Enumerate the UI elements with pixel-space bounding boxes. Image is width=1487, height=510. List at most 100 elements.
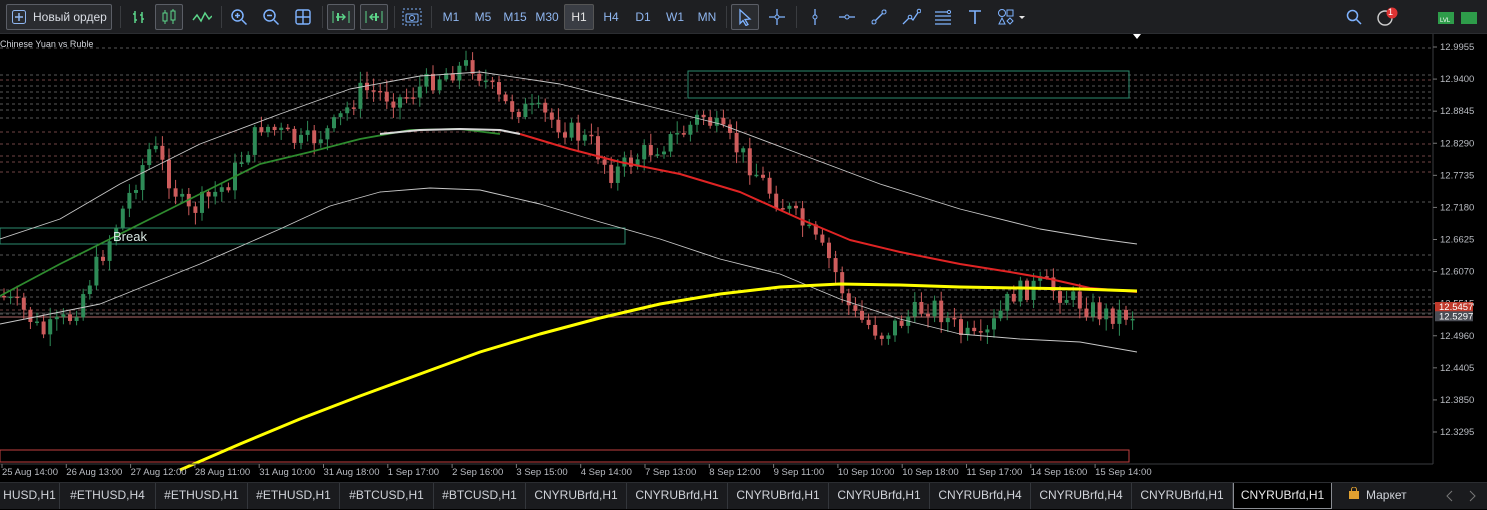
chart-tab[interactable]: CNYRUBrfd,H1 xyxy=(1132,483,1233,509)
battery-level-icon xyxy=(1458,4,1480,30)
horizontal-line-icon[interactable] xyxy=(834,4,860,30)
timeframe-w1[interactable]: W1 xyxy=(660,4,690,30)
candle-body xyxy=(523,103,528,118)
chart-tab[interactable]: #BTCUSD,H1 xyxy=(434,483,526,509)
timeframe-m15[interactable]: M15 xyxy=(500,4,530,30)
time-axis-label: 2 Sep 16:00 xyxy=(452,467,503,478)
chart-tab[interactable]: #BTCUSD,H1 xyxy=(340,483,434,509)
candle-body xyxy=(1018,280,1023,302)
candle-body xyxy=(206,191,211,197)
timeframe-m1[interactable]: M1 xyxy=(436,4,466,30)
notifications-icon[interactable]: 1 xyxy=(1374,4,1400,30)
market-tab[interactable]: Маркет xyxy=(1340,483,1430,509)
bar-chart-icon[interactable] xyxy=(126,4,152,30)
candle-body xyxy=(569,122,574,138)
price-axis-label: 12.3295 xyxy=(1440,427,1474,438)
channels-icon[interactable] xyxy=(930,4,956,30)
candle-body xyxy=(160,145,165,160)
timeframe-m5[interactable]: M5 xyxy=(468,4,498,30)
candle-body xyxy=(655,154,660,156)
trendline-icon[interactable] xyxy=(866,4,892,30)
candle-body xyxy=(668,134,673,152)
chart-tab[interactable]: HUSD,H1 xyxy=(0,483,60,509)
candle-body xyxy=(754,174,759,177)
candle-body xyxy=(1124,309,1128,320)
line-chart-icon[interactable] xyxy=(188,4,216,30)
candle-body xyxy=(305,130,310,135)
candle-body xyxy=(312,130,317,144)
chart-symbol-title: Chinese Yuan vs Ruble xyxy=(0,39,93,49)
candle-body xyxy=(1005,293,1010,311)
chart-tab[interactable]: CNYRUBrfd,H1 xyxy=(526,483,627,509)
candle-body xyxy=(1117,309,1122,324)
chart-tab-active[interactable]: CNYRUBrfd,H1 xyxy=(1233,483,1332,509)
time-axis-label: 28 Aug 11:00 xyxy=(195,467,250,478)
candle-body xyxy=(893,320,897,336)
candle-body xyxy=(827,242,831,259)
candle-body xyxy=(147,149,152,166)
candle-body xyxy=(35,321,39,324)
timeframe-mn[interactable]: MN xyxy=(692,4,722,30)
chart-tab[interactable]: CNYRUBrfd,H4 xyxy=(1031,483,1132,509)
price-chart[interactable]: 12.9955 12.9400 12.8845 12.8290 12.7735 12.71… xyxy=(0,34,1487,482)
candle-body xyxy=(497,82,501,95)
cursor-icon[interactable] xyxy=(731,4,759,30)
grid-icon[interactable] xyxy=(290,4,316,30)
timeframe-h1[interactable]: H1 xyxy=(564,4,594,30)
tabs-scroll-left-icon[interactable] xyxy=(1440,483,1460,509)
candle-body xyxy=(213,191,218,197)
timeframe-m30[interactable]: M30 xyxy=(532,4,562,30)
text-tool-icon[interactable] xyxy=(962,4,988,30)
chart-tabs-bar: HUSD,H1 #ETHUSD,H4 #ETHUSD,H1 #ETHUSD,H1… xyxy=(0,482,1487,509)
notification-badge: 1 xyxy=(1388,7,1394,17)
crosshair-icon[interactable] xyxy=(764,4,790,30)
chart-tab[interactable]: #ETHUSD,H1 xyxy=(248,483,340,509)
candle-body xyxy=(378,90,383,93)
candle-body xyxy=(167,159,171,189)
candle-body xyxy=(134,190,138,193)
candle-body xyxy=(873,324,878,336)
search-icon[interactable] xyxy=(1341,4,1367,30)
tabs-scroll-right-icon[interactable] xyxy=(1462,483,1482,509)
candle-body xyxy=(470,60,475,74)
candle-body xyxy=(127,192,132,209)
autoscroll-icon[interactable] xyxy=(327,4,355,30)
chart-tab[interactable]: CNYRUBrfd,H4 xyxy=(930,483,1031,509)
candle-body xyxy=(998,310,1003,319)
candle-body xyxy=(516,111,521,118)
candle-body xyxy=(543,102,548,113)
chart-tab[interactable]: CNYRUBrfd,H1 xyxy=(627,483,728,509)
candle-body xyxy=(120,208,125,228)
chart-shift-icon[interactable] xyxy=(360,4,388,30)
chart-tab[interactable]: CNYRUBrfd,H1 xyxy=(829,483,930,509)
candlestick-chart-icon[interactable] xyxy=(155,4,183,30)
zoom-in-icon[interactable] xyxy=(226,4,252,30)
candle-body xyxy=(2,296,6,298)
time-axis-label: 15 Sep 14:00 xyxy=(1095,467,1152,478)
timeframe-d1[interactable]: D1 xyxy=(628,4,658,30)
screenshot-camera-icon[interactable] xyxy=(399,4,425,30)
time-axis-label: 9 Sep 11:00 xyxy=(774,467,825,478)
zoom-out-icon[interactable] xyxy=(258,4,284,30)
candle-body xyxy=(510,101,515,112)
new-order-button[interactable]: Новый ордер xyxy=(6,4,112,30)
candle-body xyxy=(1077,291,1082,309)
chart-tab[interactable]: #ETHUSD,H4 xyxy=(60,483,156,509)
candle-body xyxy=(1091,302,1095,317)
chart-tab[interactable]: #ETHUSD,H1 xyxy=(156,483,248,509)
shapes-dropdown-icon[interactable] xyxy=(994,4,1030,30)
new-order-label: Новый ордер xyxy=(33,10,107,24)
candle-body xyxy=(675,133,680,135)
vertical-line-icon[interactable] xyxy=(802,4,828,30)
price-axis-label: 12.7735 xyxy=(1440,170,1474,181)
candle-body xyxy=(371,90,376,92)
candle-body xyxy=(1084,308,1089,317)
candle-body xyxy=(266,126,270,133)
candle-body xyxy=(272,126,277,131)
candle-body xyxy=(1110,308,1115,324)
fibonacci-tools-icon[interactable] xyxy=(898,4,924,30)
candle-body xyxy=(1130,318,1135,321)
chart-tab[interactable]: CNYRUBrfd,H1 xyxy=(728,483,829,509)
timeframe-h4[interactable]: H4 xyxy=(596,4,626,30)
candle-body xyxy=(48,319,53,335)
